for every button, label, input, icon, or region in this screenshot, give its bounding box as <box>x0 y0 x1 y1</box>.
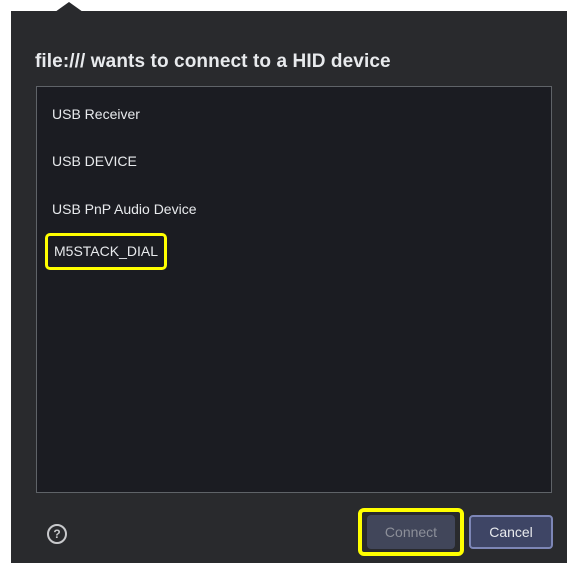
device-item-usb-receiver[interactable]: USB Receiver <box>52 104 140 124</box>
cancel-button[interactable]: Cancel <box>469 515 553 549</box>
device-item-usb-pnp-audio-device[interactable]: USB PnP Audio Device <box>52 199 197 219</box>
connect-button[interactable]: Connect <box>367 515 455 549</box>
device-list[interactable]: USB Receiver USB DEVICE USB PnP Audio De… <box>36 86 552 493</box>
device-item-usb-device[interactable]: USB DEVICE <box>52 151 137 171</box>
hid-device-chooser-dialog: file:/// wants to connect to a HID devic… <box>11 2 567 563</box>
device-item-m5stack-dial[interactable]: M5STACK_DIAL <box>45 233 167 270</box>
help-circle-icon[interactable]: ? <box>47 524 67 544</box>
dialog-title: file:/// wants to connect to a HID devic… <box>35 51 391 72</box>
dialog-pointer <box>55 2 83 12</box>
